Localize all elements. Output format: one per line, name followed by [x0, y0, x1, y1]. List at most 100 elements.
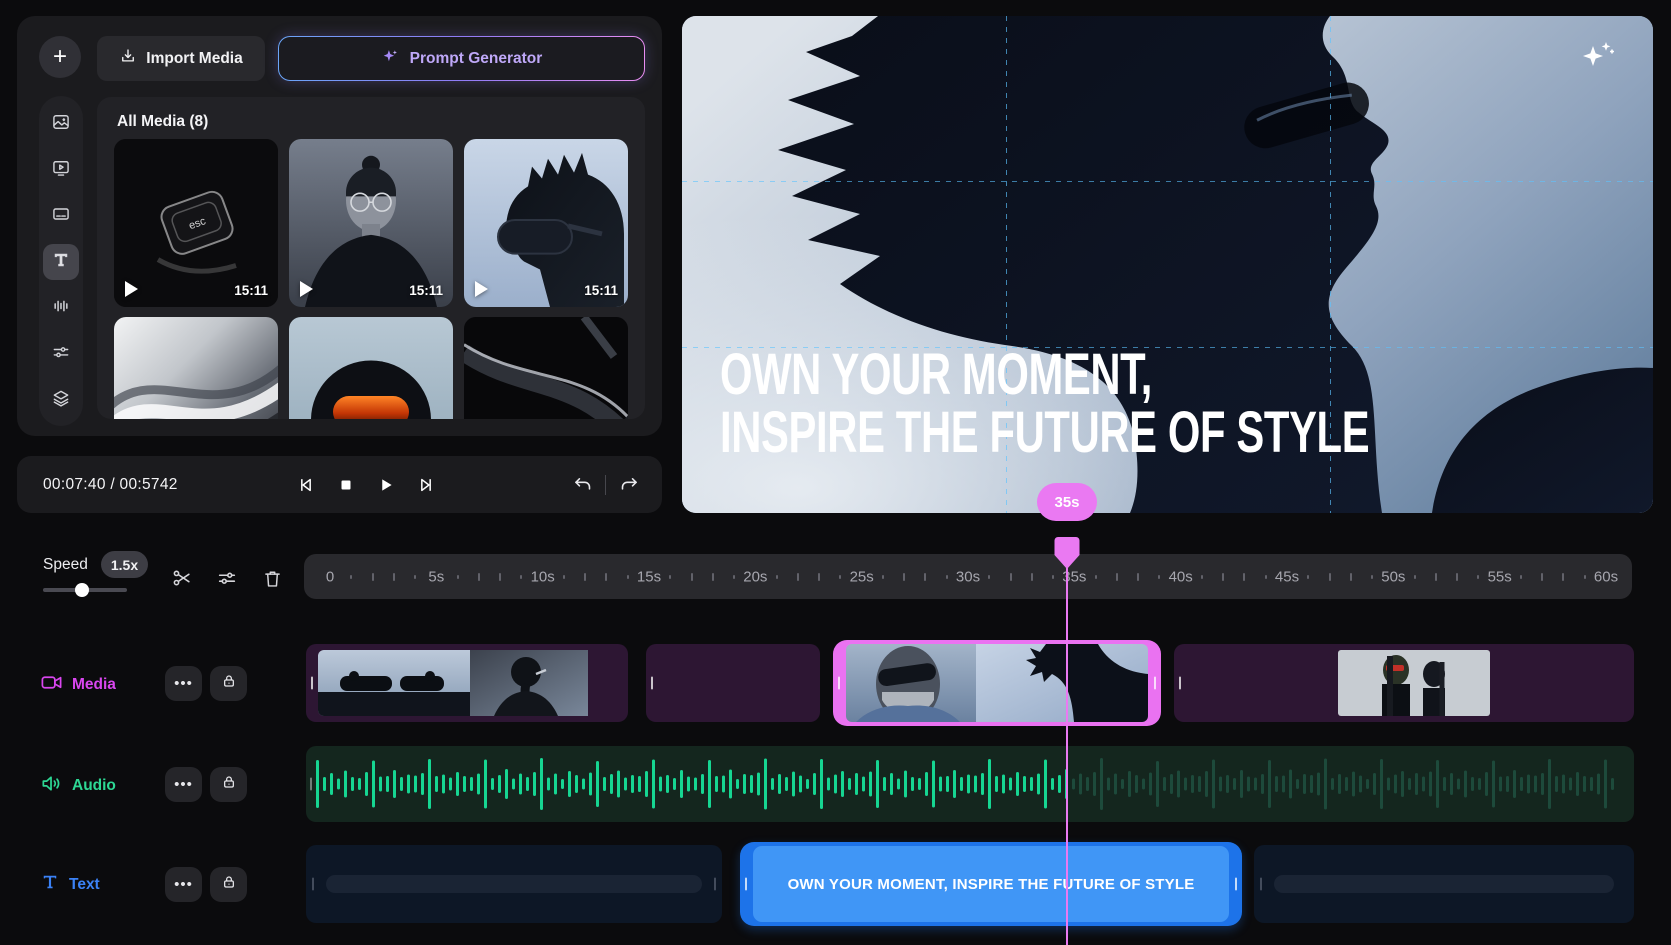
media-item-helmet[interactable]: [289, 317, 453, 419]
waveform-bar: [1394, 775, 1397, 794]
media-library-panel: All Media (8) esc 15:11: [97, 97, 645, 419]
play-icon[interactable]: [300, 281, 313, 297]
text-clip-3[interactable]: [1254, 845, 1634, 923]
video-preview[interactable]: OWN YOUR MOMENT, INSPIRE THE FUTURE OF S…: [682, 16, 1653, 513]
waveform-bar: [638, 776, 641, 792]
waveform-bar: [904, 771, 907, 798]
add-button[interactable]: +: [39, 36, 81, 78]
speed-slider[interactable]: [43, 588, 127, 592]
undo-button[interactable]: [571, 474, 593, 496]
playhead-line[interactable]: [1066, 558, 1068, 945]
delete-button[interactable]: [260, 566, 284, 590]
ruler-tick: [1477, 575, 1479, 579]
split-button[interactable]: [170, 566, 194, 590]
ruler-tick: [627, 575, 629, 579]
waveform-bar: [1436, 760, 1439, 808]
waveform-bar: [526, 777, 529, 791]
text-clip-1[interactable]: [306, 845, 722, 923]
waveform-bar: [337, 779, 340, 790]
media-item-esc-key[interactable]: esc 15:11: [114, 139, 278, 307]
stop-button[interactable]: [335, 474, 357, 496]
prompt-generator-button[interactable]: Prompt Generator: [278, 36, 645, 81]
waveform-bar: [1513, 770, 1516, 798]
trim-handle[interactable]: [1179, 677, 1181, 690]
sparkle-icon: [381, 47, 400, 71]
magic-sparkle-icon[interactable]: [1579, 38, 1617, 77]
trim-handle-left[interactable]: [838, 677, 840, 690]
trim-handle[interactable]: [312, 878, 314, 891]
waveform-bar: [505, 769, 508, 799]
speed-slider-thumb[interactable]: [75, 583, 89, 597]
ruler-tick: [903, 573, 905, 581]
adjust-button[interactable]: [215, 566, 239, 590]
audio-tab[interactable]: [43, 290, 79, 326]
text-track-menu-button[interactable]: •••: [165, 867, 202, 902]
waveform-bar: [456, 772, 459, 796]
ruler-tick: [1414, 575, 1416, 579]
trim-handle[interactable]: [311, 677, 313, 690]
waveform-bar: [1086, 777, 1089, 791]
layers-tab[interactable]: [43, 382, 79, 418]
text-clip-2-active[interactable]: OWN YOUR MOMENT, INSPIRE THE FUTURE OF S…: [740, 842, 1242, 926]
ruler-tick: [350, 575, 352, 579]
trim-handle[interactable]: [1260, 878, 1262, 891]
waveform-bar: [561, 779, 564, 789]
media-item-dark-chrome[interactable]: [464, 317, 628, 419]
headline-line2: INSPIRE THE FUTURE OF STYLE: [720, 404, 1369, 462]
captions-tab[interactable]: [43, 198, 79, 234]
media-clip-2[interactable]: [646, 644, 820, 722]
media-clip-4[interactable]: [1174, 644, 1634, 722]
trim-handle[interactable]: [651, 677, 653, 690]
media-clip-3-selected[interactable]: [833, 640, 1161, 726]
play-icon[interactable]: [125, 281, 138, 297]
video-tab[interactable]: [43, 152, 79, 188]
ruler-tick: [669, 575, 671, 579]
ruler-tick: [1520, 575, 1522, 579]
play-button[interactable]: [375, 474, 397, 496]
playhead-time-badge[interactable]: 35s: [1037, 483, 1097, 521]
media-library-tab[interactable]: [43, 106, 79, 142]
waveform-bar: [953, 770, 956, 798]
import-media-button[interactable]: Import Media: [97, 36, 265, 81]
sliders-icon: [51, 342, 71, 367]
waveform-bar: [386, 776, 389, 792]
waveform-bar: [806, 779, 809, 789]
media-item-vr-headset[interactable]: 15:11: [464, 139, 628, 307]
media-track-lock-button[interactable]: [210, 666, 247, 701]
waveform-bar: [1170, 774, 1173, 794]
skip-forward-button[interactable]: [415, 474, 437, 496]
trim-handle-right[interactable]: [1154, 677, 1156, 690]
ruler-tick: [605, 573, 607, 581]
waveform-bar: [400, 777, 403, 791]
media-track-menu-button[interactable]: •••: [165, 666, 202, 701]
media-item-portrait[interactable]: 15:11: [289, 139, 453, 307]
waveform-bar: [1009, 778, 1012, 791]
waveform-bar: [1023, 776, 1026, 792]
ruler-tick: [882, 575, 884, 579]
timeline-ruler[interactable]: 05s10s15s20s25s30s35s40s45s50s55s60s: [304, 554, 1632, 599]
waveform-bar: [1219, 777, 1222, 792]
waveform-bar: [715, 776, 718, 792]
text-track-lock-button[interactable]: [210, 867, 247, 902]
waveform-bar: [582, 779, 585, 790]
adjust-tab[interactable]: [43, 336, 79, 372]
skip-back-button[interactable]: [295, 474, 317, 496]
media-item-chrome-liquid[interactable]: [114, 317, 278, 419]
clip-thumbnail-braid: [470, 650, 588, 716]
audio-track-lock-button[interactable]: [210, 767, 247, 802]
waveform-bar: [813, 773, 816, 795]
playhead-handle[interactable]: [1054, 536, 1080, 575]
redo-button[interactable]: [618, 474, 640, 496]
trim-handle-right[interactable]: [1235, 878, 1237, 891]
trim-handle[interactable]: [714, 878, 716, 891]
audio-clip[interactable]: [306, 746, 1634, 822]
waveform-bar: [575, 775, 578, 793]
media-track-header: Media: [40, 671, 116, 699]
trim-handle-left[interactable]: [745, 878, 747, 891]
chrome-liquid-thumbnail: [114, 317, 278, 419]
waveform-bar: [687, 777, 690, 792]
text-tab[interactable]: [43, 244, 79, 280]
audio-track-menu-button[interactable]: •••: [165, 767, 202, 802]
play-icon[interactable]: [475, 281, 488, 297]
media-clip-1[interactable]: [306, 644, 628, 722]
